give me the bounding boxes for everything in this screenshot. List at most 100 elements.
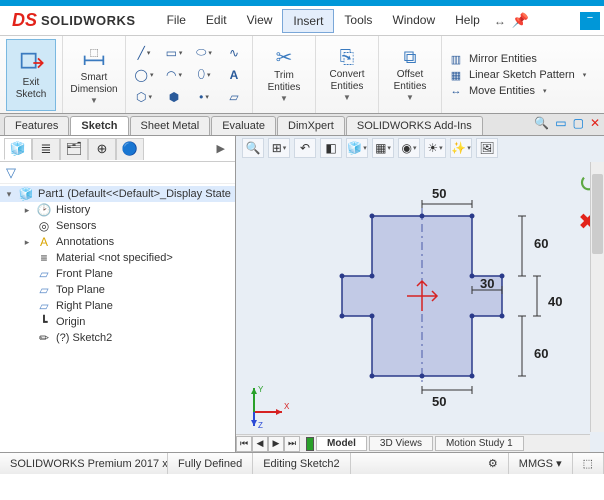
dim-50-bottom[interactable]: 50 xyxy=(432,394,446,409)
appearance-button[interactable]: ✨▾ xyxy=(450,138,472,158)
section-view-button[interactable]: ◧ xyxy=(320,138,342,158)
status-extra-icon[interactable]: ⚙ xyxy=(478,453,509,474)
dim-40[interactable]: 40 xyxy=(548,294,562,309)
tree-front-plane[interactable]: ▱Front Plane xyxy=(0,266,235,282)
bottom-tab-3dviews[interactable]: 3D Views xyxy=(369,436,433,451)
move-label: Move Entities xyxy=(469,85,535,97)
tab-sketch[interactable]: Sketch xyxy=(70,116,128,135)
tree-top-plane[interactable]: ▱Top Plane xyxy=(0,282,235,298)
dim-50-top[interactable]: 50 xyxy=(432,186,446,201)
smart-dimension-button[interactable]: ⬚ Smart Dimension ▼ xyxy=(69,39,119,111)
plane-tool[interactable]: ▱ xyxy=(222,87,246,107)
pin-icon[interactable]: 📌 xyxy=(512,12,529,29)
view-orient-button[interactable]: 🧊▾ xyxy=(346,138,368,158)
zoom-fit-button[interactable]: 🔍 xyxy=(242,138,264,158)
tab-dimxpert[interactable]: DimXpert xyxy=(277,116,345,135)
status-icon[interactable]: ⬚ xyxy=(573,453,604,474)
status-version: SOLIDWORKS Premium 2017 x64 E... xyxy=(0,453,168,474)
slot-tool[interactable]: ⬭▾ xyxy=(192,43,216,63)
filter-icon[interactable]: ▽ xyxy=(6,165,16,181)
maximize-window-icon[interactable]: ▢ xyxy=(573,116,584,130)
rect-tool[interactable]: ▭▾ xyxy=(162,43,186,63)
trim-entities-button[interactable]: ✂ Trim Entities ▼ xyxy=(259,39,309,111)
dim-60-lower[interactable]: 60 xyxy=(534,346,548,361)
menu-view[interactable]: View xyxy=(237,9,283,33)
display-style-button[interactable]: ▦▾ xyxy=(372,138,394,158)
tab-nav-first[interactable]: ⏮ xyxy=(236,436,252,452)
menu-edit[interactable]: Edit xyxy=(196,9,237,33)
pattern-label: Linear Sketch Pattern xyxy=(469,69,575,81)
linear-pattern-button[interactable]: ▦Linear Sketch Pattern▾ xyxy=(448,69,586,82)
menu-tools[interactable]: Tools xyxy=(334,9,382,33)
dim-30[interactable]: 30 xyxy=(480,276,494,291)
feature-tree: ▾🧊Part1 (Default<<Default>_Display State… xyxy=(0,184,235,452)
offset-entities-button[interactable]: ⧉ Offset Entities ▼ xyxy=(385,39,435,111)
status-units[interactable]: MMGS ▾ xyxy=(509,453,573,474)
hex-tool[interactable]: ⬢ xyxy=(162,87,186,107)
bottom-tab-motion[interactable]: Motion Study 1 xyxy=(435,436,524,451)
tree-origin[interactable]: ┗Origin xyxy=(0,314,235,330)
view-toolbar: 🔍 ⊞▾ ↶ ◧ 🧊▾ ▦▾ ◉▾ ☀▾ ✨▾ 🖼 xyxy=(242,138,498,158)
tree-front-label: Front Plane xyxy=(56,268,113,280)
prev-view-button[interactable]: ↶ xyxy=(294,138,316,158)
menu-file[interactable]: File xyxy=(157,9,196,33)
text-tool[interactable]: A xyxy=(222,65,246,85)
minimize-icon[interactable]: − xyxy=(580,12,600,30)
line-tool[interactable]: ╱▾ xyxy=(132,43,156,63)
polygon-tool[interactable]: ⬡▾ xyxy=(132,87,156,107)
logo-icon: DS xyxy=(12,10,37,31)
move-entities-button[interactable]: ↔Move Entities▾ xyxy=(448,85,586,97)
hide-show-button[interactable]: ◉▾ xyxy=(398,138,420,158)
tree-material-label: Material <not specified> xyxy=(56,252,173,264)
search-icon[interactable]: 🔍 xyxy=(534,116,549,130)
spline-tool[interactable]: ∿ xyxy=(222,43,246,63)
trim-icon: ✂ xyxy=(276,46,293,70)
exit-sketch-button[interactable]: Exit Sketch xyxy=(6,39,56,111)
axis-y-label: Y xyxy=(258,385,264,394)
config-tab[interactable]: 🗂 xyxy=(60,138,88,160)
tree-material[interactable]: ≡Material <not specified> xyxy=(0,250,235,266)
graphics-viewport[interactable]: 🔍 ⊞▾ ↶ ◧ 🧊▾ ▦▾ ◉▾ ☀▾ ✨▾ 🖼 ↺ ✖ xyxy=(236,136,604,452)
property-tab[interactable]: ≣ xyxy=(32,138,60,160)
menu-window[interactable]: Window xyxy=(382,9,445,33)
tree-right-plane[interactable]: ▱Right Plane xyxy=(0,298,235,314)
arc-tool[interactable]: ◠▾ xyxy=(162,65,186,85)
bottom-tab-model[interactable]: Model xyxy=(316,436,367,451)
tab-sheet-metal[interactable]: Sheet Metal xyxy=(130,116,211,135)
offset-label: Offset Entities xyxy=(394,69,427,93)
tab-nav-next[interactable]: ▶ xyxy=(268,436,284,452)
display-tab[interactable]: 🔵 xyxy=(116,138,144,160)
chevron-right-icon[interactable]: ▶ xyxy=(211,142,231,155)
tree-sketch2-label: (?) Sketch2 xyxy=(56,332,112,344)
tree-annotations[interactable]: ▸AAnnotations xyxy=(0,234,235,250)
tree-sensors[interactable]: ◎Sensors xyxy=(0,218,235,234)
view-settings-button[interactable]: 🖼 xyxy=(476,138,498,158)
tab-evaluate[interactable]: Evaluate xyxy=(211,116,276,135)
scene-button[interactable]: ☀▾ xyxy=(424,138,446,158)
circle-tool[interactable]: ◯▾ xyxy=(132,65,156,85)
tree-part-node[interactable]: ▾🧊Part1 (Default<<Default>_Display State xyxy=(0,186,235,202)
status-edit-mode: Editing Sketch2 xyxy=(253,453,350,474)
app-logo[interactable]: DS SOLIDWORKS xyxy=(4,6,145,35)
mirror-entities-button[interactable]: ▥Mirror Entities xyxy=(448,53,586,66)
chevron-down-icon: ▼ xyxy=(406,93,414,103)
zoom-area-button[interactable]: ⊞▾ xyxy=(268,138,290,158)
tab-nav-last[interactable]: ⏭ xyxy=(284,436,300,452)
dim-60-upper[interactable]: 60 xyxy=(534,236,548,251)
feature-tree-tab[interactable]: 🧊 xyxy=(4,138,32,160)
tab-features[interactable]: Features xyxy=(4,116,69,135)
close-icon[interactable]: ✕ xyxy=(590,116,600,130)
menu-help[interactable]: Help xyxy=(445,9,490,33)
tree-sketch2[interactable]: ✏(?) Sketch2 xyxy=(0,330,235,346)
tree-history[interactable]: ▸🕑History xyxy=(0,202,235,218)
convert-entities-button[interactable]: ⎘ Convert Entities ▼ xyxy=(322,39,372,111)
minimize-window-icon[interactable]: ▭ xyxy=(555,116,566,130)
tab-nav-prev[interactable]: ◀ xyxy=(252,436,268,452)
scrollbar-vertical[interactable] xyxy=(590,162,604,432)
tree-part-label: Part1 (Default<<Default>_Display State xyxy=(38,188,231,200)
tab-addins[interactable]: SOLIDWORKS Add-Ins xyxy=(346,116,483,135)
point-tool[interactable]: •▾ xyxy=(192,87,216,107)
dim-tab[interactable]: ⊕ xyxy=(88,138,116,160)
menu-insert[interactable]: Insert xyxy=(282,9,334,33)
ellipse-tool[interactable]: ⬯▾ xyxy=(192,65,216,85)
